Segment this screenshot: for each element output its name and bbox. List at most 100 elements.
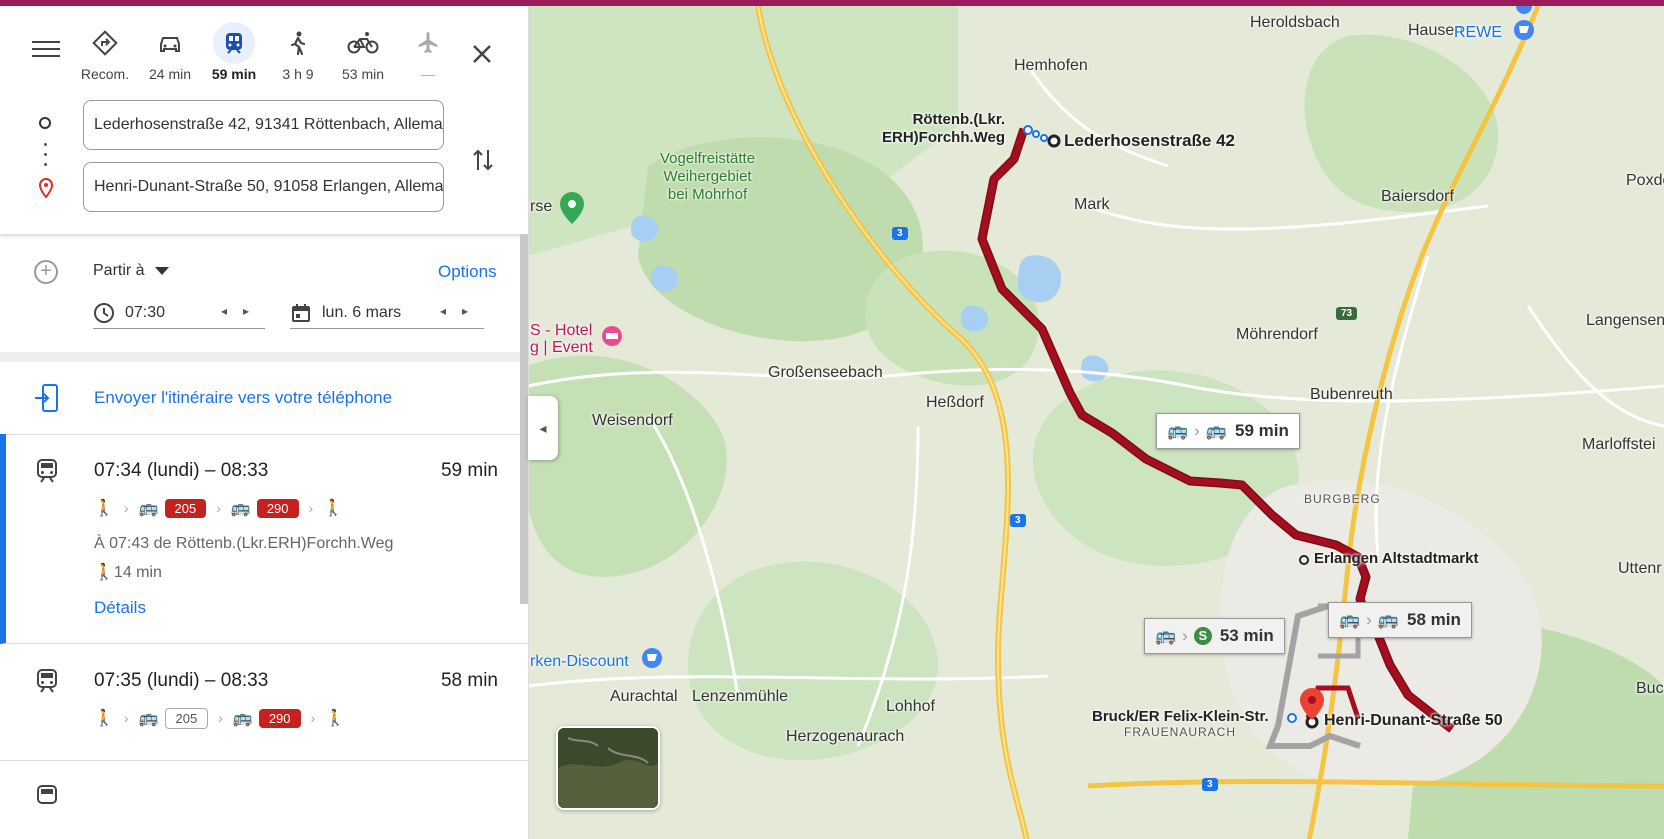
date-stepper-arrows[interactable]: ◂▸ <box>440 304 484 318</box>
clock-icon <box>94 303 114 323</box>
walk-icon: 🚶 <box>94 710 114 727</box>
directions-panel: Recom. 24 min 59 min 3 h 9 53 min — Lede… <box>0 6 529 839</box>
mode-flight[interactable]: — <box>396 22 460 82</box>
walk-icon <box>277 22 319 64</box>
calendar-icon <box>292 304 310 322</box>
map-label: Vogelfreistätte Weihergebiet bei Mohrhof <box>660 150 756 203</box>
map-label: Poxdo <box>1626 172 1664 189</box>
swap-icon[interactable] <box>472 146 494 179</box>
depart-dropdown[interactable]: Partir à <box>93 262 169 280</box>
mode-recommended[interactable]: Recom. <box>73 22 137 82</box>
origin-field[interactable]: Lederhosenstraße 42, 91341 Röttenbach, A… <box>83 100 444 150</box>
route-callout-alt2[interactable]: 🚌 › 🚌 58 min <box>1328 602 1472 638</box>
time-value: 07:30 <box>125 304 166 321</box>
depart-label: Partir à <box>93 262 145 279</box>
mode-label: 24 min <box>148 66 192 82</box>
satellite-layer-toggle[interactable] <box>556 726 660 810</box>
bus-line-badge: 205 <box>164 498 207 518</box>
details-link[interactable]: Détails <box>94 598 146 618</box>
time-picker[interactable]: 07:30 ◂▸ <box>93 300 265 329</box>
map-label: Lederhosenstraße 42 <box>1064 131 1236 150</box>
route-option-3[interactable] <box>0 760 528 839</box>
map-label: Buck <box>1636 680 1664 697</box>
chevron-left-icon: ◂ <box>539 419 547 436</box>
chevron-right-icon: › <box>123 710 129 726</box>
walk-icon: 🚶 <box>94 564 114 581</box>
chevron-right-icon: › <box>216 500 221 516</box>
mode-car[interactable]: 24 min <box>138 22 202 82</box>
highway-shield: 3 <box>892 227 908 240</box>
map-label: Heßdorf <box>926 394 984 411</box>
highway-shield: 3 <box>1010 514 1026 527</box>
chevron-right-icon: › <box>310 710 316 726</box>
route-option-1[interactable]: 07:34 (lundi) – 08:33 59 min 🚶 › 🚌 205 ›… <box>0 434 528 644</box>
route-callout-alt1[interactable]: 🚌 › S 53 min <box>1144 618 1285 654</box>
section-divider <box>0 352 528 362</box>
route-callout-main[interactable]: 🚌 › 🚌 59 min <box>1156 413 1300 449</box>
map-label: Bruck/ER Felix-Klein-Str. <box>1092 708 1269 725</box>
origin-circle-icon <box>39 117 51 129</box>
options-link[interactable]: Options <box>438 262 497 282</box>
bus-icon: 🚌 <box>1339 610 1361 629</box>
bike-icon <box>342 22 384 64</box>
train-icon <box>36 784 58 815</box>
route-duration: 59 min <box>440 460 498 481</box>
bus-icon: 🚌 <box>1205 421 1228 440</box>
map-label: Mark <box>1074 196 1110 213</box>
map-label: Großenseebach <box>768 364 883 381</box>
route-duration: 58 min <box>440 670 498 691</box>
dots-connector-icon <box>44 143 48 173</box>
bus-icon: 🚌 <box>232 710 253 727</box>
send-to-phone-label: Envoyer l'itinéraire vers votre téléphon… <box>94 388 393 407</box>
destination-pin-icon <box>38 177 54 203</box>
add-stop-icon[interactable]: + <box>34 260 58 284</box>
car-icon <box>149 22 191 64</box>
walk-icon: 🚶 <box>94 500 114 517</box>
map-label: Erlangen Altstadtmarkt <box>1314 550 1479 567</box>
time-stepper-arrows[interactable]: ◂▸ <box>221 304 265 318</box>
close-icon[interactable] <box>468 40 496 68</box>
date-picker[interactable]: lun. 6 mars ◂▸ <box>290 300 484 329</box>
map-label: Heroldsbach <box>1250 14 1340 31</box>
map-label: Henri-Dunant-Straße 50 <box>1324 712 1503 729</box>
panel-scrollbar[interactable] <box>520 234 528 604</box>
route-steps: 🚶 › 🚌 205 › 🚌 290 › 🚶 <box>94 496 343 520</box>
route-inputs: Lederhosenstraße 42, 91341 Röttenbach, A… <box>0 98 528 235</box>
map-label: rken-Discount <box>530 653 629 670</box>
train-icon <box>36 668 58 699</box>
chevron-right-icon: › <box>123 500 129 516</box>
map-label: Langensen <box>1586 312 1664 329</box>
walk-icon: 🚶 <box>323 500 344 517</box>
satellite-thumbnail <box>558 728 658 808</box>
train-icon <box>213 22 255 64</box>
bus-line-badge: 290 <box>258 708 301 728</box>
send-to-phone-button[interactable]: Envoyer l'itinéraire vers votre téléphon… <box>0 362 528 435</box>
bus-icon: 🚌 <box>1377 610 1400 629</box>
date-value: lun. 6 mars <box>322 304 402 321</box>
collapse-panel-button[interactable]: ◂ <box>528 396 558 460</box>
bus-icon: 🚌 <box>138 710 159 727</box>
top-accent-bar <box>0 0 1664 6</box>
destination-field[interactable]: Henri-Dunant-Straße 50, 91058 Erlangen, … <box>83 162 444 212</box>
map-label: Marloffstei <box>1582 436 1656 453</box>
mode-bike[interactable]: 53 min <box>331 22 395 82</box>
map-label: FRAUENAURACH <box>1124 725 1237 739</box>
walk-duration: 14 min <box>113 564 162 581</box>
bus-icon: 🚌 <box>138 500 159 517</box>
route-option-2[interactable]: 07:35 (lundi) – 08:33 58 min 🚶 › 🚌 205 ›… <box>0 644 528 761</box>
route-time: 07:35 (lundi) – 08:33 <box>94 670 269 691</box>
map-label: Röttenb.(Lkr. ERH)Forchh.Weg <box>882 111 1006 146</box>
map-label: Uttenr <box>1618 560 1662 577</box>
chevron-right-icon: › <box>1194 421 1200 440</box>
bus-line-badge: 290 <box>256 498 299 518</box>
map-label: Möhrendorf <box>1236 326 1318 343</box>
route-steps: 🚶 › 🚌 205 › 🚌 290 › 🚶 <box>94 706 345 730</box>
mode-walk[interactable]: 3 h 9 <box>266 22 330 82</box>
map-canvas[interactable]: Heroldsbach Hausen REWE Hemhofen Röttenb… <box>528 6 1664 839</box>
bus-line-badge: 205 <box>164 707 209 729</box>
map-label: Herzogenaurach <box>786 728 905 745</box>
mode-transit[interactable]: 59 min <box>202 22 266 82</box>
train-icon <box>36 458 58 489</box>
map-label: Baiersdorf <box>1381 188 1454 205</box>
menu-button[interactable] <box>32 36 60 60</box>
